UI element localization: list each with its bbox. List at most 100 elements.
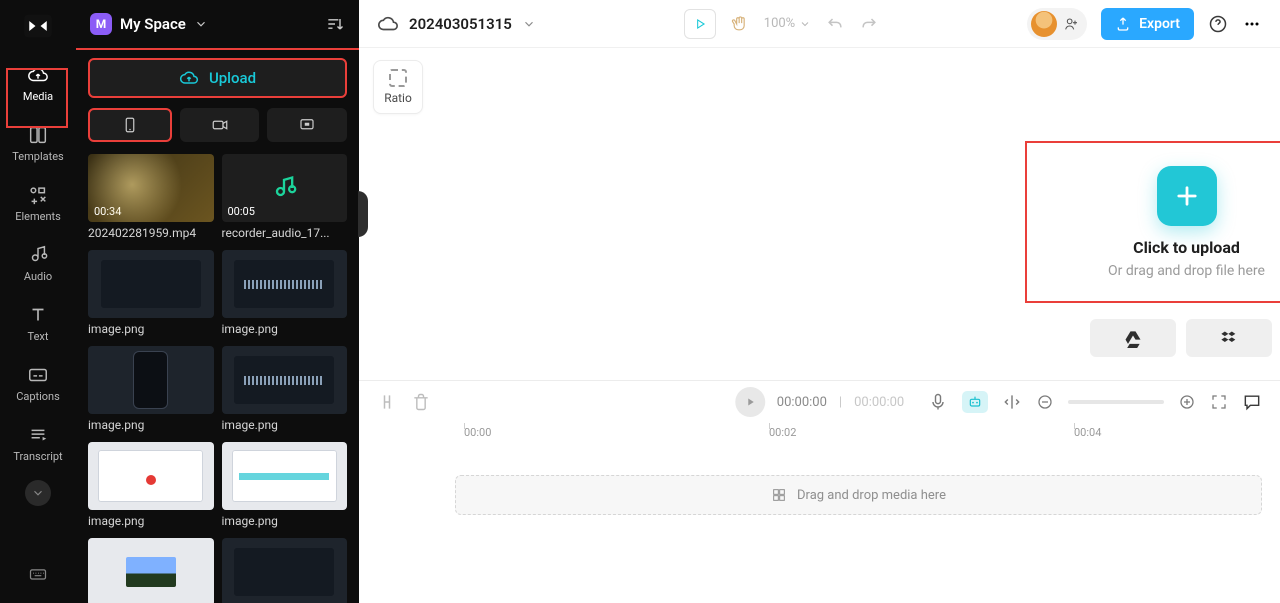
sort-button[interactable] [325,14,345,34]
thumbnail: 00:05 [222,154,348,222]
project-title[interactable]: 202403051315 [377,13,536,35]
app-logo[interactable] [20,8,56,44]
split-icon[interactable] [377,392,397,412]
space-selector[interactable]: M My Space [90,13,208,35]
thumbnail [88,250,214,318]
ratio-button[interactable]: Ratio [373,60,423,114]
rail-item-templates[interactable]: Templates [8,116,68,170]
media-item[interactable]: image.png [88,250,214,336]
upload-dropzone[interactable]: Click to upload Or drag and drop file he… [1025,141,1280,303]
fit-icon[interactable] [1210,393,1228,411]
timeline: 00:00:00 | 00:00:00 00:00 00:02 00:04 [359,380,1280,603]
mic-icon[interactable] [928,392,948,412]
import-google-drive-button[interactable] [1090,319,1176,357]
media-item[interactable]: 00:34202402281959.mp4 [88,154,214,240]
rail-item-captions[interactable]: Captions [8,356,68,410]
upload-button[interactable]: Upload [88,58,347,98]
media-item[interactable]: 00:05 recorder_audio_17... [222,154,348,240]
ruler-tick: 00:00 [464,426,491,439]
sort-icon [325,14,345,34]
media-item[interactable]: image.png [222,538,348,603]
main-area: 202403051315 100% Export Ratio [359,0,1280,603]
rail-label: Elements [15,210,61,223]
rail-label: Transcript [13,450,62,463]
cloud-upload-icon [179,68,199,88]
help-icon[interactable] [1208,14,1228,34]
chevron-down-icon [194,17,208,31]
panel-body: Upload 00:34202402281959.mp4 00:05 record… [76,48,359,603]
media-item[interactable]: image.png [88,346,214,432]
ratio-icon [389,69,407,87]
marker-icon[interactable] [1002,392,1022,412]
undo-icon[interactable] [825,14,845,34]
media-item[interactable]: image.png [222,250,348,336]
media-name: recorder_audio_17... [222,226,348,240]
export-button[interactable]: Export [1101,8,1194,40]
ratio-label: Ratio [384,91,412,105]
panel-header: M My Space [76,0,359,48]
duration: 00:05 [228,205,255,218]
media-name: image.png [88,418,214,432]
rail-item-audio[interactable]: Audio [8,236,68,290]
cloud-import-row [1090,319,1272,357]
timeline-play-button[interactable] [735,387,765,417]
rail-label: Audio [24,270,52,283]
zoom-in-icon[interactable] [1178,393,1196,411]
transcript-icon [27,424,49,446]
rail-item-text[interactable]: Text [8,296,68,350]
zoom-slider[interactable] [1068,400,1164,404]
elements-icon [27,184,49,206]
rail-label: Media [23,90,53,103]
upload-plus-button[interactable] [1157,166,1217,226]
media-item[interactable]: image.png [88,442,214,528]
thumbnail [222,442,348,510]
timeline-track-area[interactable]: Drag and drop media here [359,445,1280,603]
rail-item-elements[interactable]: Elements [8,176,68,230]
zoom-dropdown[interactable]: 100% [764,16,811,31]
media-item[interactable]: image.png [222,346,348,432]
account-menu[interactable] [1027,8,1087,40]
comment-icon[interactable] [1242,392,1262,412]
upload-label: Upload [209,69,256,87]
play-icon [744,396,756,408]
phone-icon [121,116,139,134]
media-name: image.png [88,322,214,336]
panel-collapse-handle[interactable] [358,191,368,237]
timeline-dropzone[interactable]: Drag and drop media here [455,475,1262,515]
ai-button[interactable] [962,391,988,413]
preview-play-button[interactable] [684,9,716,39]
thumbnail [222,250,348,318]
timeline-ruler[interactable]: 00:00 00:02 00:04 [359,423,1280,445]
timeline-toolbar: 00:00:00 | 00:00:00 [359,381,1280,423]
media-grid-icon [771,487,787,503]
hand-icon[interactable] [730,14,750,34]
rail-more-button[interactable] [25,480,51,506]
thumbnail [222,346,348,414]
rail-item-media[interactable]: Media [8,56,68,110]
import-dropbox-button[interactable] [1186,319,1272,357]
tab-camera[interactable] [180,108,260,142]
tab-screen[interactable] [267,108,347,142]
keyboard-icon [28,564,48,584]
google-drive-icon [1123,328,1143,348]
media-item[interactable]: image.png [88,538,214,603]
zoom-out-icon[interactable] [1036,393,1054,411]
media-item[interactable]: image.png [222,442,348,528]
rail-item-transcript[interactable]: Transcript [8,416,68,470]
tab-device[interactable] [88,108,172,142]
space-badge: M [90,13,112,35]
trash-icon[interactable] [411,392,431,412]
chevron-down-icon [31,486,45,500]
avatar [1031,11,1057,37]
keyboard-shortcuts-button[interactable] [25,561,51,587]
media-name: image.png [222,514,348,528]
redo-icon[interactable] [859,14,879,34]
camera-icon [211,116,229,134]
more-icon[interactable] [1242,14,1262,34]
text-icon [27,304,49,326]
space-name: My Space [120,15,186,33]
cloud-icon [377,13,399,35]
add-user-icon [1063,16,1079,32]
thumbnail [88,442,214,510]
topbar: 202403051315 100% Export [359,0,1280,48]
